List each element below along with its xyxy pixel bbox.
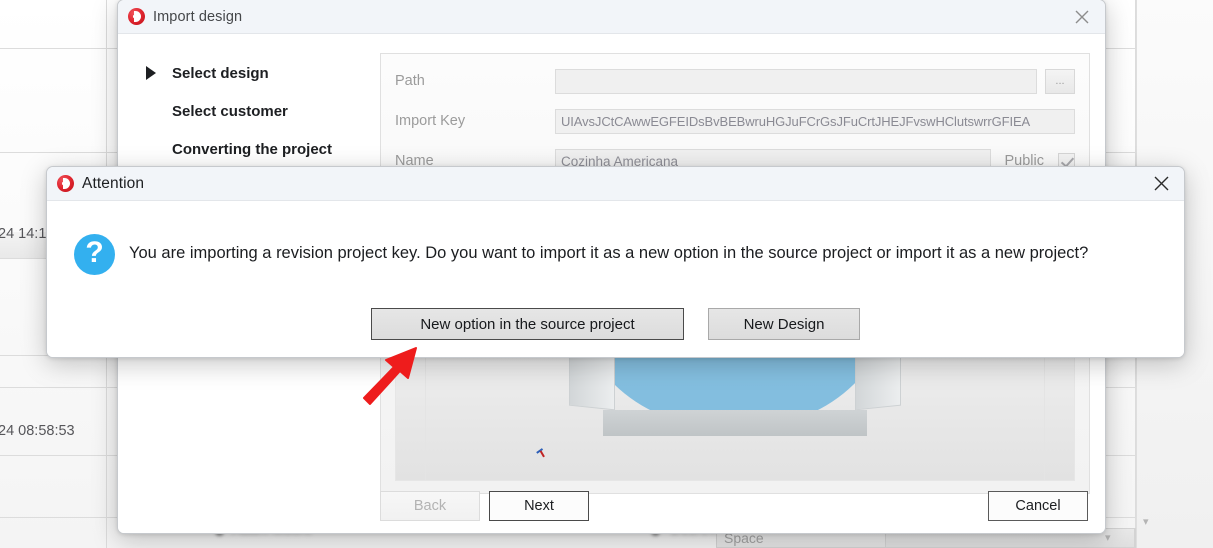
new-design-button[interactable]: New Design [708,308,860,340]
next-button[interactable]: Next [489,491,589,521]
new-option-in-source-project-button[interactable]: New option in the source project [371,308,684,340]
question-mark-icon: ? [74,234,115,275]
field-row-import-key: Import Key UIAvsJCtCAwwEGFEIDsBvBEBwruHG… [395,108,1075,134]
back-button: Back [380,491,480,521]
step-label: Select customer [172,102,288,120]
wizard-step-list: Select design Select customer Converting… [144,54,374,168]
path-label: Path [395,73,425,89]
step-label: Select design [172,64,269,82]
triangle-right-icon [144,66,168,80]
bg-timestamp-cell: 24 14:1 [0,226,47,242]
attention-button-row: New option in the source project New Des… [47,308,1184,340]
sidebar-item-select-customer[interactable]: Select customer [144,92,374,130]
import-design-titlebar: Import design [118,0,1105,34]
cancel-button[interactable]: Cancel [988,491,1088,521]
attention-dialog-body: ? You are importing a revision project k… [47,201,1184,357]
chevron-down-icon: ▾ [1143,516,1149,528]
step-label: Converting the project [172,140,333,158]
import-design-title: Import design [153,8,243,25]
close-icon[interactable] [1138,167,1184,200]
chevron-down-icon: ▾ [1105,532,1111,544]
app-logo-icon [128,8,145,25]
sidebar-item-converting-the-project[interactable]: Converting the project [144,130,374,168]
axis-gizmo-icon [536,446,550,460]
attention-message: You are importing a revision project key… [129,244,1089,262]
browse-button[interactable]: ... [1045,68,1075,94]
model-floor [603,410,867,436]
field-row-path: Path ... [395,68,1075,94]
bg-timestamp-cell: 24 08:58:53 [0,423,75,439]
attention-titlebar: Attention [47,167,1184,201]
path-input[interactable] [555,68,1037,94]
screenshot-stage: 24 14:1 24 08:58:53 Adam Moore 1/22/2024… [0,0,1213,548]
close-icon[interactable] [1059,0,1105,33]
attention-dialog: Attention ? You are importing a revision… [46,166,1185,358]
import-key-label: Import Key [395,113,466,129]
sidebar-item-select-design[interactable]: Select design [144,54,374,92]
import-key-input[interactable]: UIAvsJCtCAwwEGFEIDsBvBEBwruHGJuFCrGsJFuC… [555,108,1075,134]
attention-title: Attention [82,174,145,192]
app-logo-icon [57,175,74,192]
